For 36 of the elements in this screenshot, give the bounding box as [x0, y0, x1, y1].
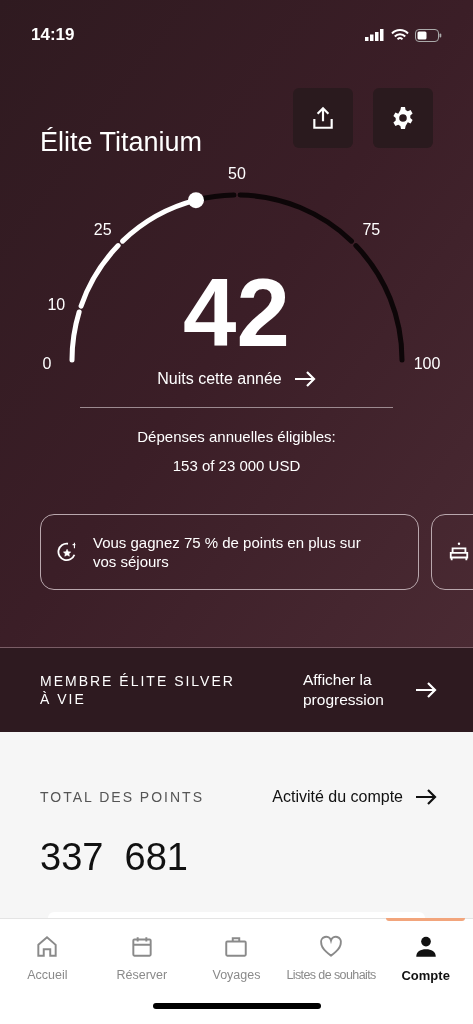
benefit-text: Vous gagnez 75 % de points en plus sur vos séjours — [93, 533, 362, 571]
tab-bar-item[interactable]: Listes de souhaits — [283, 919, 379, 989]
tier-title: Élite Titanium — [40, 125, 203, 159]
wifi-icon — [391, 28, 409, 42]
spending-label: Dépenses annuelles éligibles: — [137, 427, 336, 447]
gauge-tick-label: 10 — [47, 295, 66, 316]
arrow-right-icon — [293, 371, 316, 387]
gauge-tick-label: 50 — [228, 164, 246, 184]
nights-link[interactable]: Nuits cette année — [157, 367, 316, 391]
benefit-card[interactable]: Vous gagnez 75 % de points en plus sur vos séjours — [40, 514, 419, 590]
activity-link[interactable]: Activité du compte — [272, 785, 437, 809]
gauge-knob — [187, 192, 204, 209]
share-icon — [310, 105, 336, 131]
gauge-tick-label: 0 — [42, 354, 52, 374]
lifetime-status: MEMBRE ÉLITE SILVER À VIE — [40, 672, 236, 708]
points-label: TOTAL DES POINTS — [40, 787, 204, 807]
tab-bar-item[interactable]: Voyages — [189, 919, 284, 989]
arrow-right-icon — [415, 682, 437, 698]
arrow-right-icon — [415, 789, 437, 805]
signal-icon — [365, 29, 385, 41]
share-button[interactable] — [293, 88, 353, 148]
gauge-tick-label: 100 — [413, 354, 441, 374]
progress-link[interactable]: Afficher la progression — [303, 670, 437, 710]
gauge-tick-label: 25 — [93, 219, 112, 240]
points-total: 337 681 — [40, 835, 189, 880]
spending-value: 153 of 23 000 USD — [172, 455, 301, 476]
bed-icon — [448, 541, 470, 563]
tab-bar-item[interactable]: Compte — [378, 919, 473, 989]
settings-button[interactable] — [373, 88, 433, 148]
settings-icon — [391, 106, 415, 130]
battery-icon — [415, 28, 442, 42]
status-time: 14:19 — [31, 24, 75, 47]
gauge-tick-label: 75 — [362, 219, 381, 240]
tab-bar-item[interactable]: Accueil — [0, 919, 95, 989]
nights-count: 42 — [183, 265, 290, 361]
tab-bar-item[interactable]: Réserver — [94, 919, 190, 989]
